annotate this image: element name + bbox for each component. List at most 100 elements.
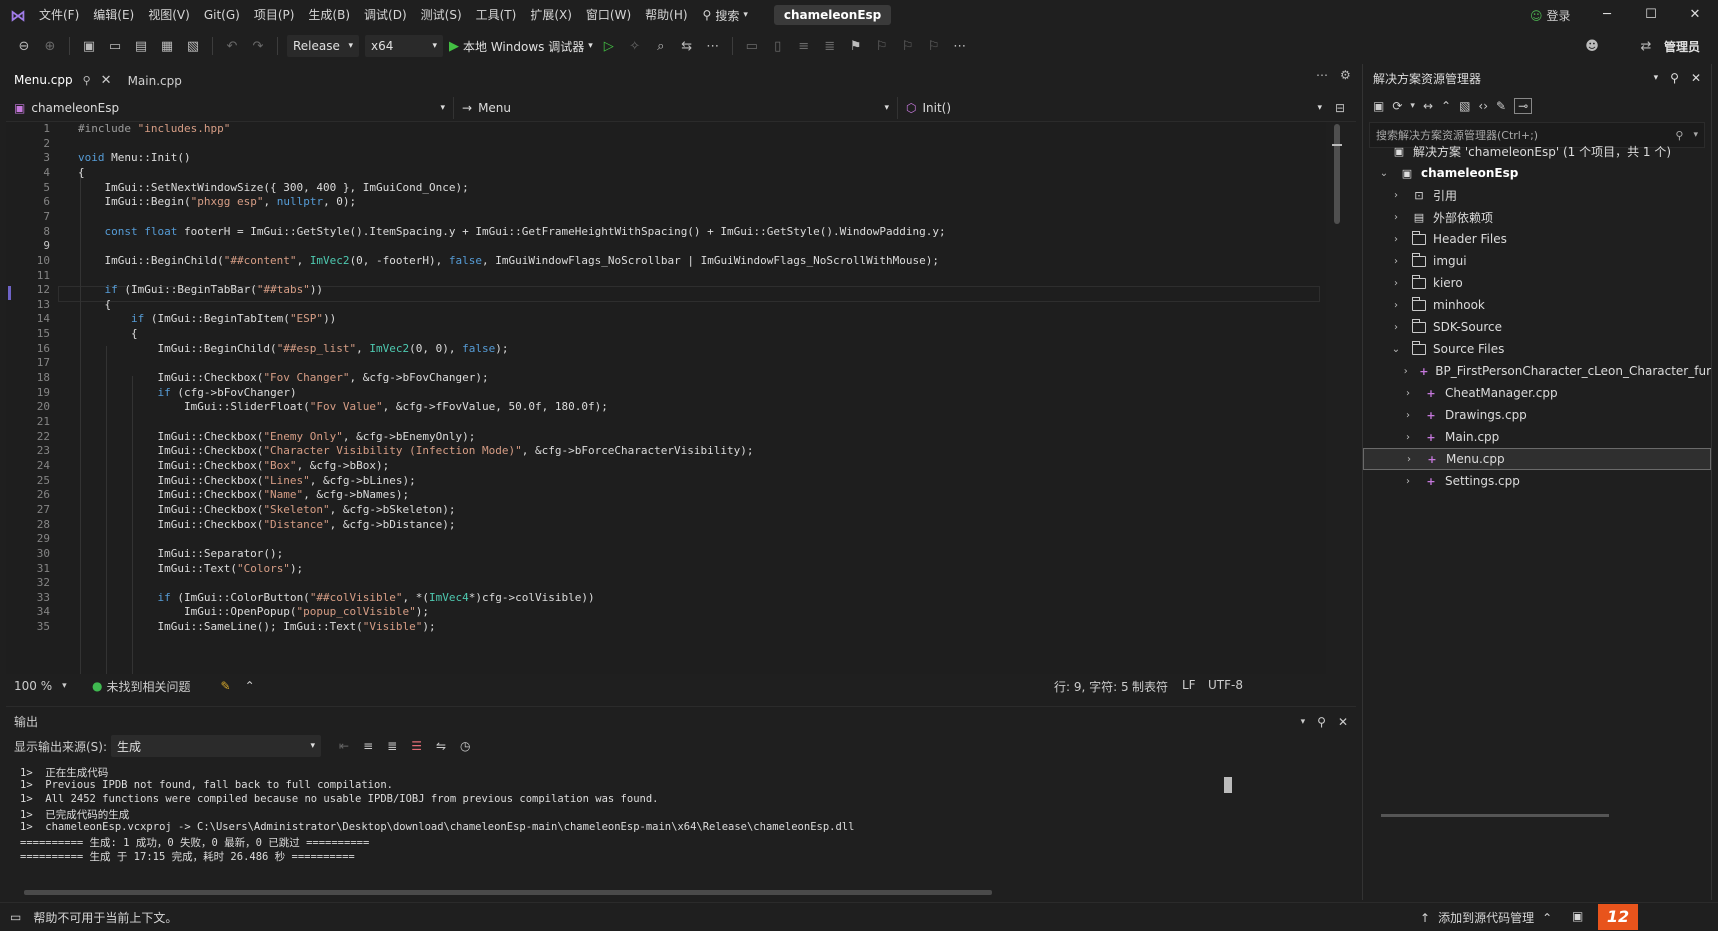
chevron-down-icon[interactable]: ▾ [1410, 101, 1415, 111]
chevron-right-icon[interactable]: › [1401, 388, 1415, 399]
more-icon[interactable]: ⋯ [703, 36, 723, 56]
chevron-right-icon[interactable]: › [1389, 278, 1403, 289]
issues-indicator[interactable]: ● 未找到相关问题 [92, 678, 191, 695]
cleanup-brush-icon[interactable]: ✎ [221, 679, 231, 693]
code-line[interactable]: { [78, 327, 138, 340]
output-v-scroll-marker[interactable] [1224, 777, 1232, 793]
menu-item[interactable]: 窗口(W) [579, 0, 638, 30]
code-line[interactable]: #include "includes.hpp" [78, 122, 230, 135]
code-line[interactable]: ImGui::Separator(); [78, 547, 283, 560]
code-line[interactable]: ImGui::Checkbox("Box", &cfg->bBox); [78, 459, 389, 472]
pin-icon[interactable]: ⚲ [83, 74, 91, 87]
tree-node[interactable]: › SDK-Source [1363, 316, 1711, 338]
login-button[interactable]: ☺ 登录 [1530, 7, 1571, 24]
new-project-icon[interactable]: ▣ [79, 36, 99, 56]
output-source-select[interactable]: 生成 ▾ [111, 735, 322, 757]
chevron-right-icon[interactable]: › [1401, 432, 1415, 443]
find-message-icon[interactable]: ⇤ [339, 739, 349, 753]
code-line[interactable]: if (ImGui::BeginTabBar("##tabs")) [78, 283, 324, 296]
start-without-debugging-icon[interactable]: ▷ [599, 36, 619, 56]
code-line[interactable]: if (ImGui::ColorButton("##colVisible", *… [78, 591, 594, 604]
menu-item[interactable]: 视图(V) [141, 0, 197, 30]
code-editor[interactable]: 1 #include "includes.hpp" 2 3 void Menu::Ini… [6, 122, 1326, 674]
scrollbar-thumb[interactable] [1334, 124, 1340, 224]
close-icon[interactable]: ✕ [1338, 715, 1348, 729]
tree-node[interactable]: ⌄ Source Files [1363, 338, 1711, 360]
visual-studio-logo-icon[interactable]: ⋈ [4, 0, 32, 30]
scope-dropdown[interactable]: → Menu ▾ [454, 96, 898, 119]
notification-icon[interactable]: ▭ [10, 910, 21, 924]
browse-icon[interactable]: ⌕ [651, 36, 671, 56]
chevron-right-icon[interactable]: › [1389, 300, 1403, 311]
notifications-bell-icon[interactable]: ▣ [1572, 909, 1583, 923]
preview-selected-icon[interactable]: ⊸ [1514, 98, 1533, 114]
chevron-right-icon[interactable]: › [1401, 410, 1415, 421]
chevron-down-icon[interactable]: ▾ [1654, 73, 1659, 83]
uncomment-icon[interactable]: ▯ [768, 36, 788, 56]
tree-file[interactable]: › + Main.cpp [1363, 426, 1711, 448]
chevron-up-icon[interactable]: ⌃ [245, 679, 255, 693]
tree-solution-node[interactable]: ▣ 解决方案 'chameleonEsp' (1 个项目，共 1 个) [1363, 140, 1711, 162]
timestamp-clock-icon[interactable]: ◷ [460, 739, 470, 753]
chevron-right-icon[interactable]: › [1389, 256, 1403, 267]
tree-file[interactable]: › + Menu.cpp [1363, 448, 1711, 470]
code-line[interactable]: ImGui::Checkbox("Distance", &cfg->bDista… [78, 518, 455, 531]
code-line[interactable]: ImGui::Begin("phxgg esp", nullptr, 0); [78, 195, 356, 208]
view-code-icon[interactable]: ‹› [1478, 99, 1488, 113]
chevron-right-icon[interactable]: › [1389, 322, 1403, 333]
close-window-button[interactable]: ✕ [1674, 0, 1716, 30]
save-all-icon[interactable]: ▧ [183, 36, 203, 56]
switch-views-icon[interactable]: ▣ [1373, 99, 1384, 113]
comment-icon[interactable]: ▭ [742, 36, 762, 56]
next-message-icon[interactable]: ≣ [387, 739, 397, 753]
platform-select[interactable]: x64 ▾ [365, 35, 443, 57]
save-icon[interactable]: ▦ [157, 36, 177, 56]
tree-file[interactable]: › + BP_FirstPersonCharacter_cLeon_Characte… [1363, 360, 1711, 382]
pin-icon[interactable]: ⚲ [1670, 71, 1679, 85]
code-line[interactable]: ImGui::SameLine(); ImGui::Text("Visible"… [78, 620, 435, 633]
code-line[interactable]: ImGui::Checkbox("Name", &cfg->bNames); [78, 488, 409, 501]
line-ending[interactable]: LF [1182, 678, 1196, 692]
code-line[interactable]: ImGui::Checkbox("Lines", &cfg->bLines); [78, 474, 415, 487]
menu-item[interactable]: 测试(S) [414, 0, 469, 30]
menu-item[interactable]: 文件(F) [32, 0, 86, 30]
tree-node[interactable]: › imgui [1363, 250, 1711, 272]
settings-gear-icon[interactable]: ⚙ [1340, 68, 1351, 82]
next-bookmark-icon[interactable]: ⚐ [898, 36, 918, 56]
configuration-select[interactable]: Release ▾ [287, 35, 359, 57]
tab-menu-cpp[interactable]: Menu.cpp ⚲ ✕ [6, 68, 120, 94]
file-encoding[interactable]: UTF-8 [1208, 678, 1243, 692]
menu-item[interactable]: 项目(P) [247, 0, 302, 30]
tree-node[interactable]: › ⊡ 引用 [1363, 184, 1711, 206]
new-file-icon[interactable]: ▭ [105, 36, 125, 56]
maximize-button[interactable]: ☐ [1630, 0, 1672, 30]
output-h-scrollbar[interactable] [24, 890, 992, 895]
clear-bookmarks-icon[interactable]: ⚐ [924, 36, 944, 56]
code-line[interactable]: ImGui::BeginChild("##esp_list", ImVec2(0… [78, 342, 508, 355]
prev-message-icon[interactable]: ≡ [363, 739, 373, 753]
start-debugging-button[interactable]: ▶ 本地 Windows 调试器 ▾ [449, 38, 593, 55]
code-line[interactable]: { [78, 298, 111, 311]
split-editor-icon[interactable]: ⊟ [1330, 101, 1350, 115]
editor-scrollbar[interactable] [1332, 124, 1342, 672]
word-wrap-icon[interactable]: ⇋ [436, 739, 446, 753]
undo-icon[interactable]: ↶ [222, 36, 242, 56]
close-icon[interactable]: ✕ [101, 73, 112, 88]
tab-main-cpp[interactable]: Main.cpp [120, 68, 190, 94]
prev-bookmark-icon[interactable]: ⚐ [872, 36, 892, 56]
tree-node[interactable]: › ▤ 外部依赖项 [1363, 206, 1711, 228]
menu-item[interactable]: 生成(B) [301, 0, 357, 30]
menu-item[interactable]: 调试(D) [357, 0, 414, 30]
code-line[interactable]: ImGui::Checkbox("Character Visibility (I… [78, 444, 753, 457]
code-line[interactable]: ImGui::BeginChild("##content", ImVec2(0,… [78, 254, 939, 267]
menu-item[interactable]: 编辑(E) [86, 0, 141, 30]
menu-item[interactable]: 扩展(X) [523, 0, 579, 30]
code-line[interactable]: if (ImGui::BeginTabItem("ESP")) [78, 312, 336, 325]
code-line[interactable]: ImGui::SetNextWindowSize({ 300, 400 }, I… [78, 181, 468, 194]
live-share-icon[interactable]: ⇆ [677, 36, 697, 56]
tree-node[interactable]: › minhook [1363, 294, 1711, 316]
open-file-icon[interactable]: ▤ [131, 36, 151, 56]
menu-item[interactable]: 帮助(H) [638, 0, 694, 30]
member-dropdown[interactable]: ⬡ Init() ▾ [898, 97, 1330, 119]
chevron-right-icon[interactable]: › [1389, 234, 1403, 245]
